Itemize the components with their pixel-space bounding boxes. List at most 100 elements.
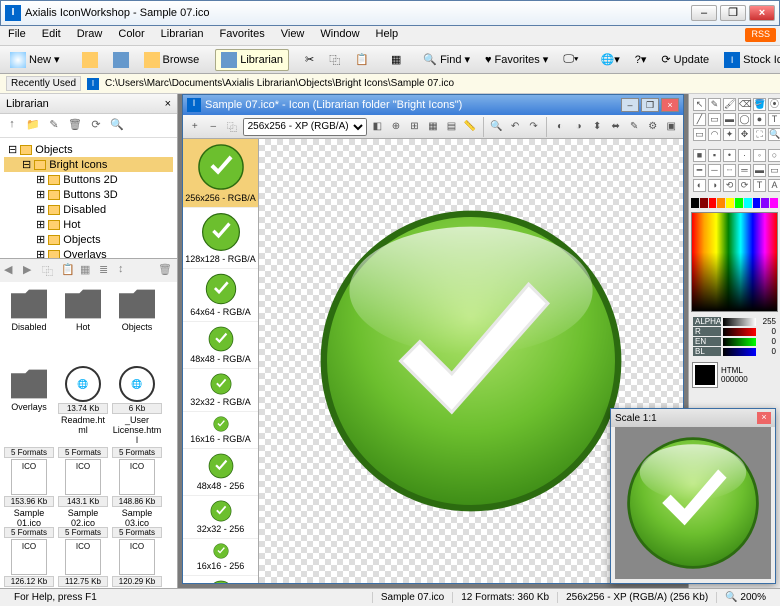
tool-text[interactable]: T (768, 113, 780, 126)
stock-icons-button[interactable]: IStock Icons (718, 49, 780, 71)
files-paste-icon[interactable]: 📋 (61, 263, 76, 278)
menu-favorites[interactable]: Favorites (211, 26, 272, 45)
doc-copy-icon[interactable]: ⿻ (224, 119, 240, 135)
color-palette[interactable] (691, 212, 778, 312)
files-view-icon[interactable]: ▦ (80, 263, 95, 278)
tool-brush[interactable]: 🖌 (723, 98, 736, 111)
doc-maximize[interactable]: ❐ (641, 98, 659, 112)
tool-wand[interactable]: ✦ (723, 128, 736, 141)
files-list-icon[interactable]: ≣ (99, 263, 114, 278)
sh7[interactable]: ━ (693, 164, 706, 177)
sh12[interactable]: ▭ (768, 164, 780, 177)
doc-tb-grid[interactable]: ▦ (425, 119, 441, 135)
tool-pick[interactable]: ⦿ (768, 98, 780, 111)
librarian-toggle[interactable]: Librarian (215, 49, 289, 71)
tool-fill[interactable]: 🪣 (753, 98, 766, 111)
b-slider[interactable] (723, 348, 756, 356)
file-item[interactable]: 5 FormatsICO143.1 KbSample 02.ico (58, 446, 108, 522)
files-sort-icon[interactable]: ↕ (118, 263, 133, 278)
format-item[interactable]: 32x32 - 256 (183, 496, 258, 539)
tree-edit-icon[interactable]: ✎ (46, 118, 62, 134)
tree-node[interactable]: ⊞ Hot (4, 217, 173, 232)
open-icon[interactable] (76, 49, 104, 71)
doc-close[interactable]: × (661, 98, 679, 112)
doc-tb-2[interactable]: ⊕ (388, 119, 404, 135)
tool-pointer[interactable]: ↖ (693, 98, 706, 111)
files-copy-icon[interactable]: ⿻ (42, 263, 57, 278)
file-item[interactable]: 5 FormatsICO112.75 KbSample 04_disabled (58, 526, 108, 588)
tree-node[interactable]: ⊞ Buttons 2D (4, 172, 173, 187)
file-item[interactable]: Hot (58, 286, 108, 362)
status-zoom[interactable]: 🔍 200% (716, 592, 774, 603)
doc-tb-d[interactable]: ⬌ (608, 119, 624, 135)
tool-fellipse[interactable]: ● (753, 113, 766, 126)
cut-icon[interactable]: ✂ (299, 49, 320, 71)
tool-sel[interactable]: ▭ (693, 128, 706, 141)
file-item[interactable]: 🌐13.74 KbReadme.html (58, 366, 108, 442)
recent-path[interactable]: C:\Users\Marc\Documents\Axialis Libraria… (105, 78, 454, 89)
tool-lasso[interactable]: ◠ (708, 128, 721, 141)
g-slider[interactable] (723, 338, 756, 346)
doc-tb-c[interactable]: ⬍ (589, 119, 605, 135)
format-item[interactable]: 48x48 - 256 (183, 449, 258, 496)
menu-draw[interactable]: Draw (69, 26, 111, 45)
file-item[interactable]: Disabled (4, 286, 54, 362)
file-item[interactable]: 5 FormatsICO153.96 KbSample 01.ico (4, 446, 54, 522)
tool-line[interactable]: ╱ (693, 113, 706, 126)
sh13[interactable]: ◐ (693, 179, 706, 192)
doc-tb-g[interactable]: ▣ (664, 119, 680, 135)
doc-tb-ruler[interactable]: 📏 (462, 119, 478, 135)
doc-tb-grid2[interactable]: ▤ (444, 119, 460, 135)
tool-move[interactable]: ✥ (738, 128, 751, 141)
doc-add-icon[interactable]: + (187, 119, 203, 135)
tool-zoom[interactable]: 🔍 (768, 128, 780, 141)
help-icon[interactable]: ?▾ (629, 49, 653, 71)
sh1[interactable]: ■ (693, 149, 706, 162)
preview-close[interactable]: × (757, 412, 771, 424)
sh14[interactable]: ◑ (708, 179, 721, 192)
doc-redo-icon[interactable]: ↷ (526, 119, 542, 135)
doc-tb-a[interactable]: ◐ (552, 119, 568, 135)
sh5[interactable]: ◦ (753, 149, 766, 162)
new-button[interactable]: New▾ (4, 49, 66, 71)
copy-icon[interactable]: ⿻ (323, 49, 346, 71)
sh6[interactable]: ○ (768, 149, 780, 162)
librarian-close[interactable]: × (165, 98, 171, 110)
monitor-icon[interactable]: 🖵▾ (557, 49, 584, 71)
tree-newfolder-icon[interactable]: 📁 (25, 118, 41, 134)
tool-rect[interactable]: ▭ (708, 113, 721, 126)
files-back-icon[interactable]: ◀ (4, 263, 19, 278)
format-item[interactable]: 48x48 - RGB/A (183, 322, 258, 369)
format-item[interactable]: 128x128 - RGB/A (183, 208, 258, 269)
r-slider[interactable] (723, 328, 756, 336)
tree-node[interactable]: ⊞ Buttons 3D (4, 187, 173, 202)
window-minimize[interactable]: – (691, 5, 717, 21)
favorites-button[interactable]: ♥Favorites▾ (479, 49, 554, 71)
format-item[interactable]: 48x48 - 16 (183, 576, 258, 583)
doc-tb-f[interactable]: ⚙ (645, 119, 661, 135)
tool-frect[interactable]: ▬ (723, 113, 736, 126)
sh2[interactable]: ▪ (708, 149, 721, 162)
sh3[interactable]: • (723, 149, 736, 162)
grid-icon[interactable]: ▦ (385, 49, 407, 71)
tree-node[interactable]: ⊞ Overlays (4, 247, 173, 258)
files-fwd-icon[interactable]: ▶ (23, 263, 38, 278)
tree-node[interactable]: ⊟ Bright Icons (4, 157, 173, 172)
format-item[interactable]: 16x16 - RGB/A (183, 412, 258, 449)
tool-eraser[interactable]: ⌫ (738, 98, 751, 111)
find-button[interactable]: 🔍Find▾ (417, 49, 476, 71)
tree-search-icon[interactable]: 🔍 (109, 118, 125, 134)
menu-file[interactable]: File (0, 26, 34, 45)
files-delete-icon[interactable]: 🗑 (158, 263, 173, 278)
sh17[interactable]: T (753, 179, 766, 192)
window-maximize[interactable]: ❐ (720, 5, 746, 21)
sh10[interactable]: ═ (738, 164, 751, 177)
menu-color[interactable]: Color (110, 26, 152, 45)
tree-node[interactable]: ⊞ Objects (4, 232, 173, 247)
format-select[interactable]: 256x256 - XP (RGB/A) (243, 118, 367, 136)
web-icon[interactable]: 🌐▾ (595, 49, 626, 71)
browse-button[interactable]: Browse (138, 49, 206, 71)
file-item[interactable]: 5 FormatsICO120.29 KbSample 04_hot.ico (112, 526, 162, 588)
tree-delete-icon[interactable]: 🗑 (67, 118, 83, 134)
folder-tree[interactable]: ⊟ Objects⊟ Bright Icons⊞ Buttons 2D⊞ But… (0, 138, 177, 258)
